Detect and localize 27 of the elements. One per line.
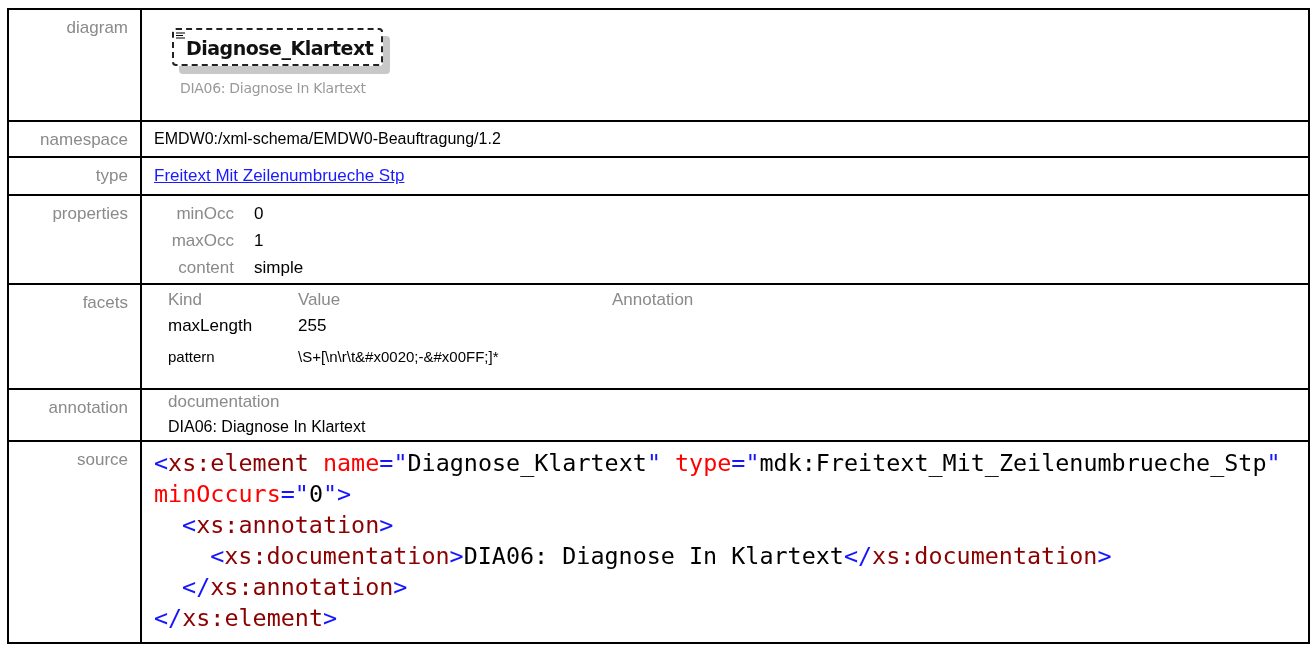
column-header: Kind: [168, 290, 203, 309]
source-code: <xs:element name="Diagnose_Klartext" type="mdk:Freitext_Mit_Zeilenumbrueche_Stp" minOccurs="0"> <xs:annotation> <xs:documentation>DIA06: Diagnose In Klartext</xs:documentation> </xs:annotation> </xs:element>: [154, 448, 1282, 634]
facet-value: 255: [298, 316, 327, 335]
row-label: properties: [52, 204, 128, 223]
column-header: Annotation: [612, 290, 694, 309]
facet-value: \S+[\n\r\t&#x0020;-&#x00FF;]*: [298, 348, 499, 365]
row-label: source: [76, 450, 128, 469]
property-name: content: [178, 257, 234, 277]
documentation-text: DIA06: Diagnose In Klartext: [168, 418, 367, 436]
namespace-value: EMDW0:/xml-schema/EMDW0-Beauftragung/1.2: [154, 130, 501, 147]
type-link[interactable]: Freitext Mit Zeilenumbrueche Stp: [154, 166, 405, 185]
column-header: Value: [298, 290, 341, 309]
row-label: namespace: [40, 130, 128, 149]
property-value: 1: [254, 230, 264, 250]
diagram-caption: DIA06: Diagnose In Klartext: [180, 80, 367, 96]
facet-kind: pattern: [168, 348, 215, 365]
property-name: maxOcc: [171, 230, 234, 250]
documentation-heading: documentation: [168, 392, 281, 413]
property-name: minOcc: [176, 203, 234, 223]
row-label: type: [95, 166, 128, 185]
lines-icon: [176, 32, 185, 40]
row-label: diagram: [66, 18, 128, 37]
row-label: annotation: [48, 398, 128, 417]
facet-kind: maxLength: [168, 316, 253, 335]
property-value: simple: [254, 257, 304, 277]
property-value: 0: [254, 203, 264, 223]
row-label: facets: [82, 293, 128, 312]
